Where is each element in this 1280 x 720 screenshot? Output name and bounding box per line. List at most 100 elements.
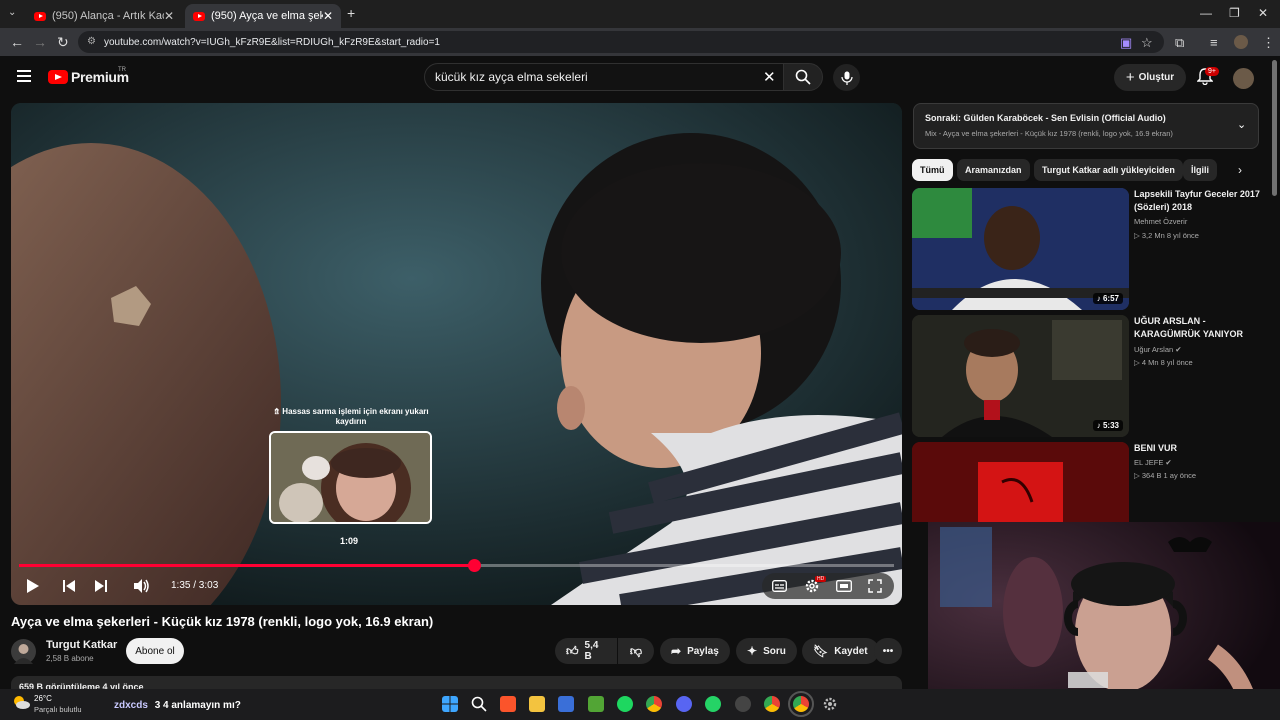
share-icon: ➦ bbox=[671, 644, 682, 658]
account-avatar[interactable] bbox=[1233, 68, 1254, 89]
next-up-title: Sonraki: Gülden Karaböcek - Sen Evlisin … bbox=[925, 113, 1166, 123]
store-icon[interactable] bbox=[558, 696, 574, 712]
channel-name[interactable]: Turgut Katkar bbox=[46, 639, 117, 651]
tab-close-icon[interactable]: ✕ bbox=[323, 9, 333, 23]
microphone-icon bbox=[840, 71, 853, 85]
rec-channel-1[interactable]: Mehmet Özverir bbox=[1134, 217, 1187, 226]
play-icon[interactable] bbox=[26, 578, 40, 594]
theater-mode-icon[interactable] bbox=[836, 580, 852, 592]
weather-icon[interactable] bbox=[11, 693, 31, 711]
tab-ayca[interactable]: (950) Ayça ve elma şekerleri - K ✕ bbox=[185, 4, 341, 28]
rec-thumbnail-image bbox=[912, 442, 1129, 522]
share-label: Paylaş bbox=[687, 645, 719, 657]
reload-icon[interactable]: ↻ bbox=[57, 34, 69, 51]
whatsapp-icon[interactable] bbox=[705, 696, 721, 712]
chrome-icon[interactable] bbox=[646, 696, 662, 712]
dislike-button[interactable]: 👎︎ bbox=[618, 638, 654, 664]
hamburger-menu-icon[interactable] bbox=[17, 70, 31, 82]
file-explorer-icon[interactable] bbox=[529, 696, 545, 712]
settings-icon[interactable] bbox=[822, 696, 838, 712]
hd-badge-icon: HD bbox=[815, 576, 827, 582]
next-icon[interactable] bbox=[94, 579, 108, 593]
brave-browser-icon[interactable] bbox=[500, 696, 516, 712]
media-control-icon[interactable]: ≡ bbox=[1210, 35, 1218, 50]
short-indicator-icon: ♪ bbox=[1096, 294, 1101, 303]
chip-all[interactable]: Tümü bbox=[912, 159, 953, 181]
back-icon[interactable]: ← bbox=[10, 34, 24, 50]
voice-search-button[interactable] bbox=[833, 64, 860, 91]
more-dots-icon: ••• bbox=[882, 645, 894, 657]
video-player[interactable] bbox=[11, 103, 902, 605]
restore-icon[interactable]: ❐ bbox=[1229, 6, 1240, 20]
chip-related[interactable]: İlgili bbox=[1183, 159, 1217, 181]
app-icon[interactable] bbox=[735, 696, 751, 712]
rec-thumbnail-3[interactable] bbox=[912, 442, 1129, 522]
chrome-profile-icon[interactable] bbox=[764, 696, 780, 712]
chip-from-uploader[interactable]: Turgut Katkar adlı yükleyiciden bbox=[1034, 159, 1183, 181]
video-frame bbox=[11, 103, 902, 605]
search-input[interactable]: kücük kız ayça elma sekeleri bbox=[424, 63, 784, 91]
url-bar[interactable]: ⚙ youtube.com/watch?v=IUGh_kFzR9E&list=R… bbox=[78, 31, 1164, 53]
tab-search-icon[interactable]: ⌄ bbox=[8, 7, 16, 18]
channel-avatar[interactable] bbox=[11, 639, 36, 664]
thumbs-up-icon: 👍︎ bbox=[566, 643, 579, 658]
create-button[interactable]: + Oluştur bbox=[1114, 64, 1186, 91]
minecraft-icon[interactable] bbox=[588, 696, 604, 712]
previous-icon[interactable] bbox=[62, 579, 76, 593]
rec-thumbnail-1[interactable]: ♪ 6:57 bbox=[912, 188, 1129, 310]
progress-bar[interactable] bbox=[19, 559, 894, 572]
clear-search-icon[interactable]: ✕ bbox=[763, 68, 776, 86]
subtitles-icon[interactable] bbox=[772, 580, 787, 592]
like-button[interactable]: 👍︎ 5,4 B bbox=[555, 638, 617, 664]
ask-button[interactable]: ✦ Soru bbox=[736, 638, 797, 664]
more-actions-button[interactable]: ••• bbox=[874, 638, 902, 664]
youtube-logo[interactable]: Premium bbox=[48, 69, 129, 85]
fullscreen-icon[interactable] bbox=[868, 579, 882, 593]
rec-channel-2[interactable]: Uğur Arslan ✔ bbox=[1134, 345, 1182, 354]
tab-close-icon[interactable]: ✕ bbox=[164, 9, 174, 23]
chevron-down-icon[interactable]: ⌄ bbox=[1237, 118, 1246, 131]
page-scrollbar[interactable] bbox=[1272, 60, 1277, 196]
rec-thumbnail-image bbox=[912, 188, 1129, 310]
profile-avatar[interactable] bbox=[1234, 35, 1248, 49]
verified-icon: ✔ bbox=[1175, 345, 1182, 354]
verified-icon: ✔ bbox=[1165, 458, 1172, 467]
rec-thumbnail-image bbox=[912, 315, 1129, 437]
chips-next-icon[interactable]: › bbox=[1238, 163, 1242, 177]
share-button[interactable]: ➦ Paylaş bbox=[660, 638, 730, 664]
rec-title-3[interactable]: BENI VUR bbox=[1134, 442, 1264, 455]
youtube-favicon-icon bbox=[193, 11, 205, 21]
time-display: 1:35 / 3:03 bbox=[171, 580, 219, 591]
spotify-icon[interactable] bbox=[617, 696, 633, 712]
save-button[interactable]: 🔖︎ Kaydet bbox=[802, 638, 879, 664]
seek-hint-text: ⇯ Hassas sarma işlemi için ekranı yukarı… bbox=[273, 407, 429, 426]
rec-title-2[interactable]: UĞUR ARSLAN - KARAGÜMRÜK YANIYOR bbox=[1134, 315, 1264, 341]
cast-icon[interactable]: ▣ bbox=[1120, 35, 1132, 51]
volume-icon[interactable] bbox=[133, 578, 150, 594]
next-label: Sonraki: bbox=[925, 113, 962, 123]
site-info-icon[interactable]: ⚙ bbox=[87, 36, 96, 47]
sparkle-icon: ✦ bbox=[747, 644, 758, 658]
subscribe-button[interactable]: Abone ol bbox=[126, 638, 184, 664]
chip-from-search[interactable]: Aramanızdan bbox=[957, 159, 1030, 181]
video-duration: ♪ 6:57 bbox=[1092, 293, 1123, 304]
discord-icon[interactable] bbox=[676, 696, 692, 712]
extensions-icon[interactable]: ⧉ bbox=[1175, 35, 1184, 51]
windows-start-icon[interactable] bbox=[442, 696, 458, 712]
menu-dots-icon[interactable]: ⋮ bbox=[1262, 35, 1275, 51]
rec-thumbnail-2[interactable]: ♪ 5:33 bbox=[912, 315, 1129, 437]
new-tab-button[interactable]: + bbox=[347, 5, 355, 21]
taskbar-search-icon[interactable] bbox=[471, 696, 487, 712]
window-close-icon[interactable]: ✕ bbox=[1258, 6, 1268, 20]
chrome-active-icon[interactable] bbox=[788, 691, 814, 717]
search-button[interactable] bbox=[783, 63, 823, 91]
rec-channel-3[interactable]: EL JEFE ✔ bbox=[1134, 458, 1172, 467]
progress-scrubber[interactable] bbox=[467, 559, 481, 572]
mix-playlist-panel[interactable]: Sonraki: Gülden Karaböcek - Sen Evlisin … bbox=[913, 103, 1259, 149]
weather-temperature: 26°C bbox=[34, 694, 52, 703]
minimize-icon[interactable]: — bbox=[1200, 6, 1212, 20]
bookmark-star-icon[interactable]: ☆ bbox=[1141, 35, 1153, 51]
rec-title-1[interactable]: Lapsekili Tayfur Geceler 2017 (Sözleri) … bbox=[1134, 188, 1264, 214]
tab-alanca[interactable]: (950) Alança - Artık Kaçma - Yo ✕ bbox=[26, 4, 182, 28]
forward-icon[interactable]: → bbox=[33, 34, 47, 50]
